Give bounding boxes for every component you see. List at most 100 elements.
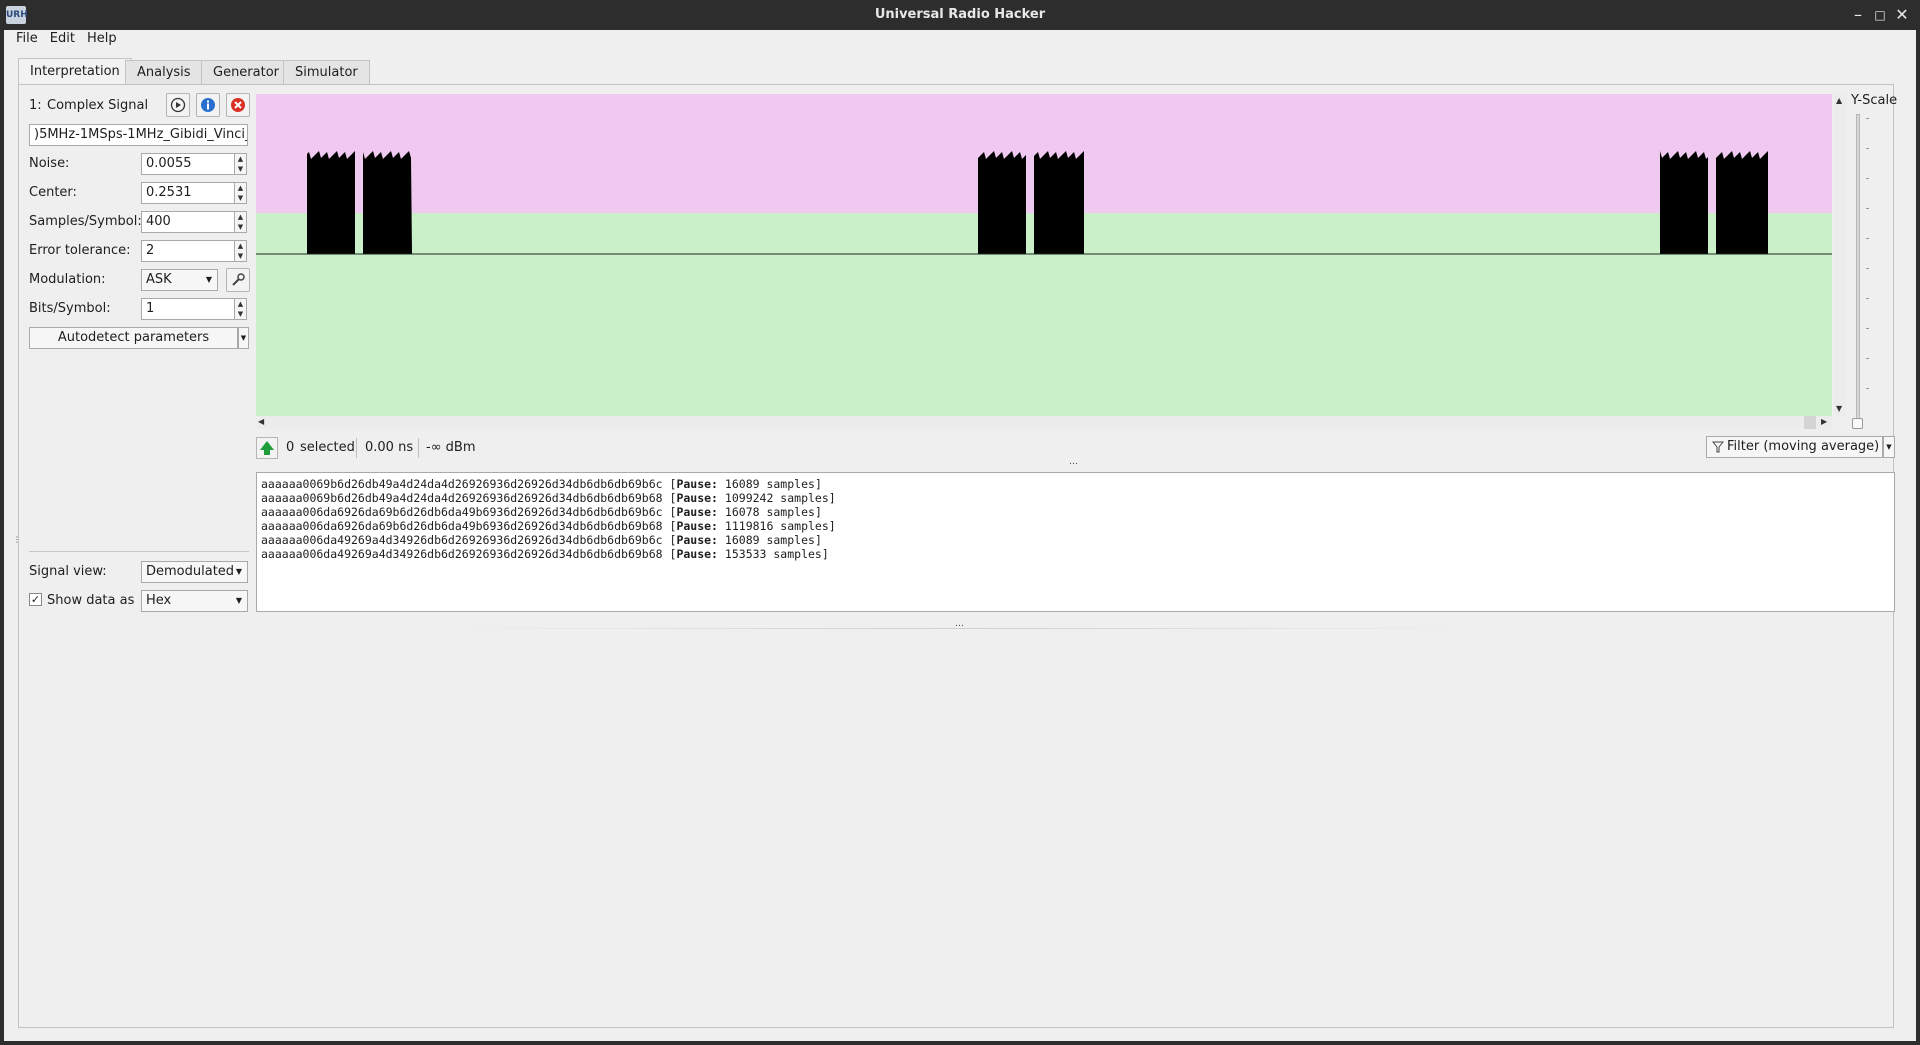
yscale-tick bbox=[1866, 118, 1869, 119]
menu-bar: File Edit Help bbox=[4, 30, 1914, 48]
modulation-settings-button[interactable] bbox=[226, 268, 250, 292]
menu-edit[interactable]: Edit bbox=[44, 30, 81, 48]
pause-value: 16089 samples bbox=[724, 533, 815, 547]
message-row[interactable]: aaaaaa006da6926da69b6d26db6da49b6936d269… bbox=[261, 505, 1894, 519]
show-data-value: Hex bbox=[146, 593, 172, 608]
message-row[interactable]: aaaaaa0069b6d26db49a4d24da4d26926936d269… bbox=[261, 477, 1894, 491]
minimize-icon[interactable]: – bbox=[1849, 6, 1867, 24]
scroll-right-icon[interactable]: ▶ bbox=[1821, 417, 1827, 426]
play-button[interactable] bbox=[166, 93, 190, 117]
sps-label: Samples/Symbol: bbox=[29, 214, 142, 229]
duration-value: 0.00 ns bbox=[365, 440, 414, 455]
noise-label: Noise: bbox=[29, 156, 70, 171]
bps-spin-icon[interactable]: ▲ ▼ bbox=[235, 298, 247, 320]
yscale-slider-handle[interactable] bbox=[1852, 418, 1863, 429]
yscale-tick bbox=[1866, 298, 1869, 299]
autodetect-dropdown-icon[interactable]: ▼ bbox=[238, 327, 249, 349]
message-row[interactable]: aaaaaa0069b6d26db49a4d24da4d26926936d269… bbox=[261, 491, 1894, 505]
pause-value: 16078 samples bbox=[724, 505, 815, 519]
message-row[interactable]: aaaaaa006da49269a4d34926db6d26926936d269… bbox=[261, 547, 1894, 561]
tolerance-input[interactable]: 2 bbox=[141, 240, 235, 262]
tolerance-spin-icon[interactable]: ▲ ▼ bbox=[235, 240, 247, 262]
yscale-tick bbox=[1866, 358, 1869, 359]
demodulated-output[interactable]: aaaaaa0069b6d26db49a4d24da4d26926936d269… bbox=[256, 472, 1895, 612]
selected-label: selected bbox=[300, 440, 355, 455]
center-spin-icon[interactable]: ▲ ▼ bbox=[235, 182, 247, 204]
close-signal-icon bbox=[231, 98, 245, 112]
pause-label: Pause: bbox=[676, 547, 718, 561]
yscale-tick bbox=[1866, 178, 1869, 179]
message-row[interactable]: aaaaaa006da49269a4d34926db6d26926936d269… bbox=[261, 533, 1894, 547]
yscale-tick bbox=[1866, 238, 1869, 239]
splitter-handle[interactable]: … bbox=[955, 619, 965, 629]
tab-simulator[interactable]: Simulator bbox=[283, 60, 370, 85]
horizontal-scrollbar[interactable]: ◀ ▶ bbox=[256, 416, 1832, 429]
filter-icon bbox=[1712, 441, 1724, 453]
sps-spin-icon[interactable]: ▲ ▼ bbox=[235, 211, 247, 233]
close-icon[interactable]: ✕ bbox=[1893, 6, 1911, 24]
signal-burst bbox=[1034, 151, 1084, 254]
pause-label: Pause: bbox=[676, 519, 718, 533]
menu-help[interactable]: Help bbox=[81, 30, 123, 48]
tab-interpretation[interactable]: Interpretation bbox=[18, 58, 132, 85]
modulation-label: Modulation: bbox=[29, 272, 106, 287]
modulation-value: ASK bbox=[146, 272, 172, 287]
sps-input[interactable]: 400 bbox=[141, 211, 235, 233]
file-name-field[interactable]: )5MHz-1MSps-1MHz_Gibidi_Vinci_B1 bbox=[29, 124, 248, 146]
divider bbox=[29, 551, 249, 552]
play-icon bbox=[170, 97, 186, 113]
signal-burst bbox=[307, 151, 355, 254]
filter-button[interactable]: Filter (moving average) bbox=[1706, 436, 1883, 458]
noise-input[interactable]: 0.0055 bbox=[141, 153, 235, 175]
scroll-down-icon[interactable]: ▼ bbox=[1836, 404, 1842, 413]
message-row[interactable]: aaaaaa006da6926da69b6d26db6da49b6936d269… bbox=[261, 519, 1894, 533]
message-bits: aaaaaa006da6926da69b6d26db6da49b6936d269… bbox=[261, 519, 663, 533]
bps-label: Bits/Symbol: bbox=[29, 301, 111, 316]
scroll-handle[interactable] bbox=[1804, 416, 1816, 429]
close-signal-button[interactable] bbox=[226, 93, 250, 117]
modulation-select[interactable]: ASK ▼ bbox=[141, 269, 218, 291]
yscale-tick bbox=[1866, 148, 1869, 149]
yscale-slider[interactable] bbox=[1856, 114, 1860, 424]
show-data-checkbox[interactable]: ✓ bbox=[29, 593, 42, 606]
splitter-handle[interactable]: ⋮ bbox=[13, 535, 22, 544]
window-title: Universal Radio Hacker bbox=[874, 7, 1046, 22]
signal-view-select[interactable]: Demodulated ▼ bbox=[141, 561, 248, 583]
signal-burst bbox=[363, 151, 412, 254]
chevron-down-icon: ▼ bbox=[235, 567, 242, 576]
maximize-icon[interactable]: □ bbox=[1871, 6, 1889, 24]
message-bits: aaaaaa006da49269a4d34926db6d26926936d269… bbox=[261, 533, 663, 547]
scroll-up-icon[interactable]: ▲ bbox=[1836, 96, 1842, 105]
filter-dropdown-icon[interactable]: ▼ bbox=[1883, 436, 1895, 458]
menu-file[interactable]: File bbox=[10, 30, 44, 48]
message-bits: aaaaaa006da49269a4d34926db6d26926936d269… bbox=[261, 547, 663, 561]
pause-value: 16089 samples bbox=[724, 477, 815, 491]
pause-label: Pause: bbox=[676, 505, 718, 519]
tab-analysis[interactable]: Analysis bbox=[125, 60, 203, 85]
title-bar: URH Universal Radio Hacker – □ ✕ bbox=[0, 0, 1920, 30]
wrench-icon bbox=[232, 273, 245, 286]
vertical-scrollbar[interactable]: ▲ ▼ bbox=[1834, 94, 1846, 416]
noise-spin-icon[interactable]: ▲ ▼ bbox=[235, 153, 247, 175]
show-data-label: Show data as bbox=[47, 593, 135, 608]
center-input[interactable]: 0.2531 bbox=[141, 182, 235, 204]
autodetect-button[interactable]: Autodetect parameters bbox=[29, 327, 238, 349]
splitter-handle[interactable]: … bbox=[1069, 457, 1079, 467]
pause-value: 1119816 samples bbox=[724, 519, 829, 533]
info-button[interactable] bbox=[196, 93, 220, 117]
tab-generator[interactable]: Generator bbox=[201, 60, 292, 85]
signal-view-value: Demodulated bbox=[146, 564, 235, 579]
signal-burst bbox=[1716, 151, 1768, 254]
show-data-select[interactable]: Hex ▼ bbox=[141, 590, 248, 612]
yscale-tick bbox=[1866, 328, 1869, 329]
show-selection-button[interactable] bbox=[256, 437, 278, 459]
divider bbox=[356, 438, 357, 458]
signal-graph[interactable] bbox=[256, 94, 1832, 416]
message-bits: aaaaaa0069b6d26db49a4d24da4d26926936d269… bbox=[261, 477, 663, 491]
up-arrow-icon bbox=[260, 441, 274, 455]
scroll-left-icon[interactable]: ◀ bbox=[258, 417, 264, 426]
tolerance-label: Error tolerance: bbox=[29, 243, 131, 258]
yscale-tick bbox=[1866, 208, 1869, 209]
bps-input[interactable]: 1 bbox=[141, 298, 235, 320]
divider bbox=[418, 438, 419, 458]
